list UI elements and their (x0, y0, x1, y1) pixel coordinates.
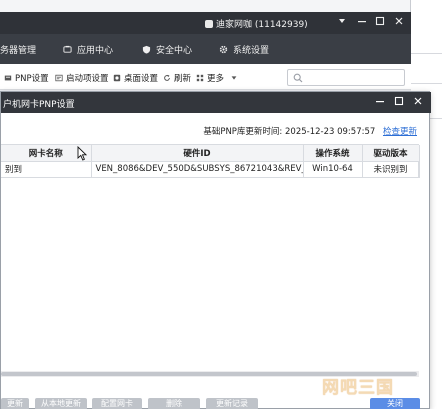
desktop-icon (113, 74, 121, 82)
check-update-link[interactable]: 检查更新 (383, 127, 417, 137)
main-window-title: 迪家网咖 (11142939) (205, 17, 308, 30)
table-header-row: 网卡名称 硬件ID 操作系统 驱动版本 (1, 145, 420, 162)
divider (411, 53, 442, 54)
close-icon[interactable] (393, 16, 405, 28)
menu-item-label: 系统设置 (233, 46, 270, 56)
main-toolbar: PNP设置 启动项设置 桌面设置 刷新 更多 (0, 64, 411, 90)
toolbar-startup-settings[interactable]: 启动项设置 (55, 72, 109, 84)
close-button[interactable]: 关闭 (370, 398, 420, 409)
column-header-driver-version[interactable]: 驱动版本 (362, 145, 420, 162)
refresh-icon (164, 74, 170, 81)
update-button[interactable]: 更新 (1, 398, 29, 409)
minimize-icon[interactable] (356, 16, 368, 28)
toolbar-item-label: 更多 (207, 74, 225, 84)
table-row[interactable]: 别到 VEN_8086&DEV_550D&SUBSYS_86721043&REV… (1, 161, 420, 178)
menu-item-settings[interactable]: 系统设置 (219, 43, 269, 56)
cell-driver-version: 未识别到 (362, 161, 420, 178)
network-card-icon (4, 75, 12, 81)
grid-icon (196, 74, 204, 82)
toolbar-item-label: 刷新 (174, 74, 192, 84)
watermark: 网吧三国 (322, 378, 394, 398)
toolbar-refresh[interactable]: 刷新 (163, 72, 191, 84)
update-label: 基础PNP库更新时间: (203, 127, 283, 137)
maximize-icon[interactable] (374, 16, 386, 28)
chevron-down-icon[interactable] (336, 16, 348, 28)
update-log-button[interactable]: 更新记录 (206, 398, 258, 409)
dialog-title-bar: 户机网卡PNP设置 (1, 92, 431, 113)
configure-nic-button[interactable]: 配置网卡 (92, 398, 142, 409)
main-menu-bar: 务器管理 应用中心 安全中心 系统设置 (0, 34, 411, 64)
chevron-down-icon (231, 76, 237, 80)
pnp-settings-dialog: 户机网卡PNP设置 基础PNP库更新时间: 2025-12-23 09:57:5… (0, 91, 431, 409)
delete-button[interactable]: 删除 (148, 398, 200, 409)
app-logo-icon (205, 20, 213, 28)
main-title-bar: 迪家网咖 (11142939) (0, 12, 411, 34)
toolbar-item-label: 启动项设置 (66, 74, 109, 84)
divider (411, 83, 442, 84)
minimize-icon[interactable] (374, 96, 386, 108)
menu-item-apps[interactable]: 应用中心 (63, 43, 113, 56)
menu-item-security[interactable]: 安全中心 (142, 43, 192, 56)
gear-icon (219, 45, 228, 54)
cell-nic-name: 别到 (1, 161, 92, 178)
shield-icon (142, 45, 151, 54)
search-icon (293, 73, 303, 83)
menu-item-label: 应用中心 (77, 46, 114, 56)
startup-icon (55, 74, 63, 82)
toolbar-more[interactable]: 更多 (196, 72, 238, 84)
toolbar-desktop-settings[interactable]: 桌面设置 (113, 72, 158, 84)
menu-item-server[interactable]: 务器管理 (0, 43, 36, 56)
mouse-cursor-icon (77, 146, 87, 161)
toolbar-item-label: PNP设置 (15, 74, 49, 84)
pnp-update-info: 基础PNP库更新时间: 2025-12-23 09:57:57 检查更新 (203, 125, 417, 137)
menu-item-label: 务器管理 (0, 46, 37, 56)
toolbar-pnp-settings[interactable]: PNP设置 (4, 72, 49, 84)
menu-item-label: 安全中心 (156, 46, 193, 56)
toolbar-item-label: 桌面设置 (124, 74, 159, 84)
close-icon[interactable] (412, 96, 424, 108)
apps-icon (63, 45, 72, 53)
cell-os: Win10-64 (303, 161, 363, 178)
search-input[interactable] (287, 69, 405, 86)
column-header-hardware-id[interactable]: 硬件ID (91, 145, 304, 162)
main-window-title-text: 迪家网咖 (11142939) (216, 20, 308, 30)
dialog-title: 户机网卡PNP设置 (3, 100, 75, 110)
update-time: 2025-12-23 09:57:57 (285, 127, 376, 137)
maximize-icon[interactable] (393, 96, 405, 108)
nic-table: 网卡名称 硬件ID 操作系统 驱动版本 别到 VEN_8086&DEV_550D… (1, 144, 420, 178)
update-from-local-button[interactable]: 从本地更新 (35, 398, 87, 409)
cell-hardware-id: VEN_8086&DEV_550D&SUBSYS_86721043&REV_10 (91, 161, 304, 178)
column-header-os[interactable]: 操作系统 (303, 145, 363, 162)
